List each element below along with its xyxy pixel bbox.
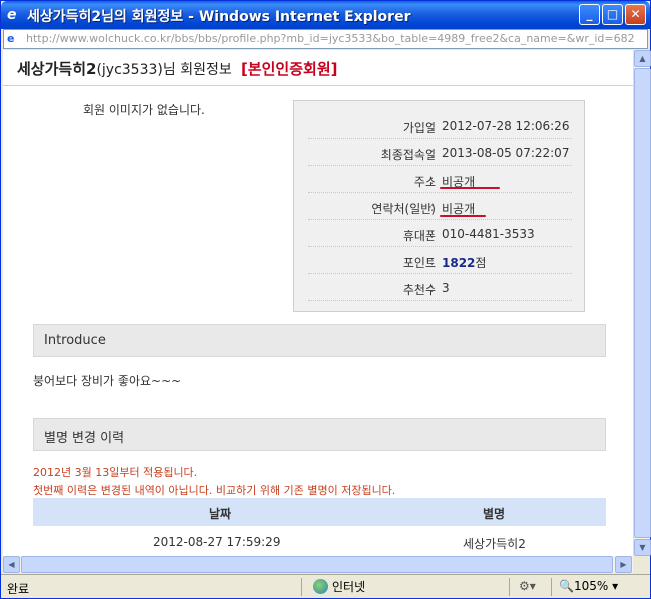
horizontal-scroll-thumb[interactable] — [21, 556, 613, 573]
scroll-up-icon[interactable]: ▲ — [634, 50, 651, 67]
member-info-box: 가입일 : 2012-07-28 12:06:26 최종접속일 : 2013-0… — [293, 100, 585, 312]
info-row-recommend: 추천수 : 3 — [402, 281, 450, 297]
verified-badge: [본인인증회원] — [240, 60, 338, 78]
zoom-level[interactable]: 🔍105% ▾ — [559, 579, 618, 593]
red-underline-annotation — [440, 215, 486, 217]
minimize-button[interactable]: _ — [579, 4, 600, 25]
info-value: 2012-07-28 12:06:26 — [442, 119, 570, 133]
notice-line-2: 첫번째 이력은 변경된 내역이 아닙니다. 비교하기 위해 기존 별명이 저장됩… — [33, 484, 396, 497]
info-value: 010-4481-3533 — [442, 227, 535, 241]
row-nick: 세상가득히2 — [463, 537, 526, 551]
maximize-button[interactable]: □ — [602, 4, 623, 25]
protected-mode-icon[interactable]: ⚙▾ — [519, 579, 536, 593]
introduce-heading: Introduce — [44, 333, 106, 348]
window-title: 세상가득히2님의 회원정보 - Windows Internet Explore… — [27, 9, 411, 25]
nick-history-heading: 별명 변경 이력 — [44, 431, 125, 446]
info-value: 2013-08-05 07:22:07 — [442, 146, 570, 160]
scroll-right-icon[interactable]: ▶ — [615, 556, 632, 573]
status-bar: 완료 인터넷 ⚙▾ 🔍105% ▾ — [1, 574, 650, 598]
info-row-last-login: 최종접속일 : 2013-08-05 07:22:07 — [380, 146, 570, 162]
info-label: 연락처(일반) — [371, 202, 436, 216]
title-suffix: 님 회원정보 — [162, 62, 232, 78]
member-id: (jyc3533) — [96, 62, 163, 78]
nick-history-heading-bar: 별명 변경 이력 — [33, 418, 606, 451]
info-row-points: 포인트 : 1822점 — [402, 254, 487, 271]
no-image-text: 회원 이미지가 없습니다. — [83, 103, 205, 117]
nickname: 세상가득히2 — [17, 60, 97, 78]
address-bar[interactable]: e http://www.wolchuck.co.kr/bbs/bbs/prof… — [3, 29, 648, 49]
col-nick: 별명 — [483, 507, 506, 521]
close-button[interactable]: ✕ — [625, 4, 646, 25]
red-underline-annotation — [440, 187, 500, 189]
horizontal-scrollbar[interactable]: ◀ ▶ — [3, 556, 633, 573]
col-date: 날짜 — [209, 507, 232, 521]
page-content: 세상가득히2(jyc3533)님 회원정보 [본인인증회원] 회원 이미지가 없… — [3, 50, 633, 556]
info-value: 3 — [442, 281, 450, 295]
ie-icon: e — [7, 7, 17, 23]
title-bar[interactable]: e 세상가득히2님의 회원정보 - Windows Internet Explo… — [1, 1, 650, 29]
zone-label: 인터넷 — [332, 580, 366, 594]
history-table-header: 날짜 별명 — [33, 498, 606, 526]
scroll-left-icon[interactable]: ◀ — [3, 556, 20, 573]
info-value: 1822점 — [442, 254, 486, 271]
points-number: 1822 — [442, 256, 476, 270]
address-text: http://www.wolchuck.co.kr/bbs/bbs/profil… — [26, 32, 635, 45]
introduce-heading-bar: Introduce — [33, 324, 606, 357]
info-label: 최종접속일 — [380, 148, 436, 162]
globe-icon — [313, 579, 328, 594]
notice-line-1: 2012년 3월 13일부터 적용됩니다. — [33, 466, 198, 479]
page-icon: e — [7, 32, 15, 45]
points-unit: 점 — [475, 256, 487, 270]
scroll-down-icon[interactable]: ▼ — [634, 539, 651, 556]
vertical-scrollbar[interactable]: ▲ ▼ — [633, 50, 651, 556]
zoom-value: 105% — [573, 579, 609, 593]
security-zone[interactable]: 인터넷 — [313, 578, 365, 595]
row-date: 2012-08-27 17:59:29 — [153, 535, 281, 549]
vertical-scroll-thumb[interactable] — [634, 68, 651, 538]
info-row-address: 주소 : 비공개 — [413, 173, 476, 189]
browser-window: e 세상가득히2님의 회원정보 - Windows Internet Explo… — [0, 0, 651, 599]
scroll-corner — [633, 556, 650, 573]
status-text: 완료 — [7, 582, 30, 596]
page-title: 세상가득히2(jyc3533)님 회원정보 [본인인증회원] — [17, 58, 337, 79]
profile-header: 세상가득히2(jyc3533)님 회원정보 [본인인증회원] — [3, 50, 633, 86]
info-row-join-date: 가입일 : 2012-07-28 12:06:26 — [402, 119, 570, 135]
info-row-mobile: 휴대폰 : 010-4481-3533 — [402, 227, 535, 243]
introduce-text: 붕어보다 장비가 좋아요~~~ — [33, 374, 182, 388]
